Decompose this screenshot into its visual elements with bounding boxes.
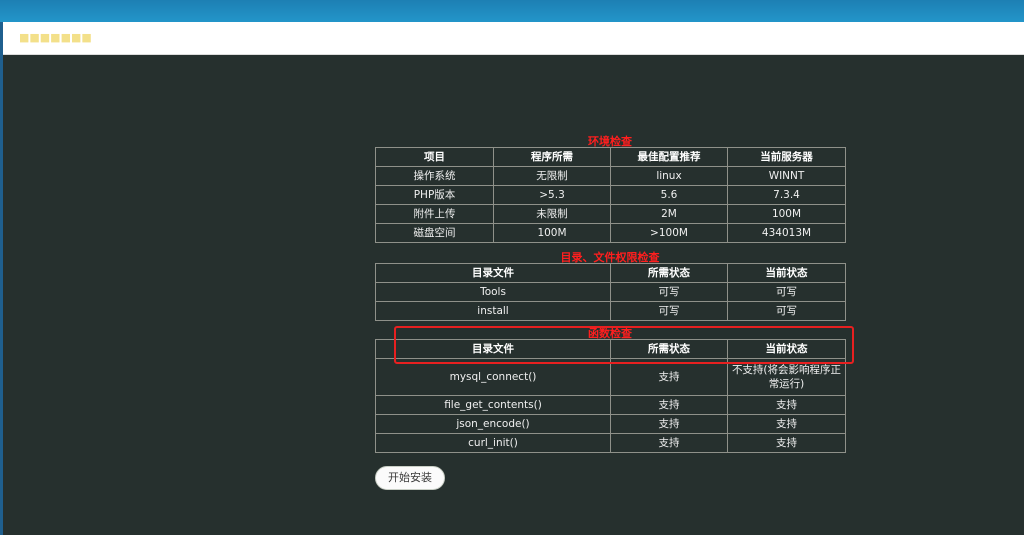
table-row: mysql_connect() 支持 不支持(将会影响程序正常运行): [375, 358, 846, 396]
table-cell: 100M: [727, 204, 846, 224]
table-row: Tools 可写 可写: [375, 282, 846, 302]
table-cell: 不支持(将会影响程序正常运行): [727, 358, 846, 396]
column-header: 所需状态: [610, 263, 728, 283]
table-cell: 可写: [727, 301, 846, 321]
table-cell: Tools: [375, 282, 611, 302]
table-header-row: 目录文件 所需状态 当前状态: [375, 263, 846, 283]
column-header: 当前状态: [727, 263, 846, 283]
func-check-table: 目录文件 所需状态 当前状态 mysql_connect() 支持 不支持(将会…: [375, 339, 846, 453]
table-header-row: 目录文件 所需状态 当前状态: [375, 339, 846, 359]
env-check-table: 项目 程序所需 最佳配置推荐 当前服务器 操作系统 无限制 linux WINN…: [375, 147, 846, 243]
table-row: install 可写 可写: [375, 301, 846, 321]
table-cell: 支持: [727, 414, 846, 434]
table-cell: 支持: [610, 414, 728, 434]
table-cell: 支持: [727, 433, 846, 453]
window-header: ■■■■■■■: [3, 22, 1024, 55]
table-cell: WINNT: [727, 166, 846, 186]
table-row: 磁盘空间 100M >100M 434013M: [375, 223, 846, 243]
table-cell: 支持: [610, 395, 728, 415]
start-install-button[interactable]: 开始安装: [375, 466, 445, 490]
table-cell: 7.3.4: [727, 185, 846, 205]
column-header: 目录文件: [375, 339, 611, 359]
table-row: 附件上传 未限制 2M 100M: [375, 204, 846, 224]
table-cell: 可写: [610, 301, 728, 321]
table-row: 操作系统 无限制 linux WINNT: [375, 166, 846, 186]
column-header: 当前服务器: [727, 147, 846, 167]
table-row: file_get_contents() 支持 支持: [375, 395, 846, 415]
table-cell: 支持: [610, 433, 728, 453]
table-cell: 434013M: [727, 223, 846, 243]
table-cell: >100M: [610, 223, 728, 243]
table-cell: 无限制: [493, 166, 611, 186]
table-cell: 支持: [727, 395, 846, 415]
table-row: curl_init() 支持 支持: [375, 433, 846, 453]
table-cell: 附件上传: [375, 204, 494, 224]
table-cell: linux: [610, 166, 728, 186]
column-header: 目录文件: [375, 263, 611, 283]
table-cell: PHP版本: [375, 185, 494, 205]
dir-check-table: 目录文件 所需状态 当前状态 Tools 可写 可写 install 可写 可写: [375, 263, 846, 321]
column-header: 项目: [375, 147, 494, 167]
table-cell: file_get_contents(): [375, 395, 611, 415]
table-cell: 100M: [493, 223, 611, 243]
table-cell: 可写: [610, 282, 728, 302]
column-header: 最佳配置推荐: [610, 147, 728, 167]
table-cell: 未限制: [493, 204, 611, 224]
table-row: json_encode() 支持 支持: [375, 414, 846, 434]
table-cell: json_encode(): [375, 414, 611, 434]
table-cell: install: [375, 301, 611, 321]
installer-window: ■■■■■■■ 环境检查 项目 程序所需 最佳配置推荐 当前服务器 操作系统 无…: [3, 22, 1024, 535]
table-row: PHP版本 >5.3 5.6 7.3.4: [375, 185, 846, 205]
table-cell: 操作系统: [375, 166, 494, 186]
window-title: ■■■■■■■: [19, 31, 92, 44]
table-cell: 2M: [610, 204, 728, 224]
column-header: 当前状态: [727, 339, 846, 359]
table-cell: 5.6: [610, 185, 728, 205]
table-header-row: 项目 程序所需 最佳配置推荐 当前服务器: [375, 147, 846, 167]
table-cell: 支持: [610, 358, 728, 396]
column-header: 程序所需: [493, 147, 611, 167]
table-cell: curl_init(): [375, 433, 611, 453]
table-cell: mysql_connect(): [375, 358, 611, 396]
table-cell: >5.3: [493, 185, 611, 205]
column-header: 所需状态: [610, 339, 728, 359]
table-cell: 磁盘空间: [375, 223, 494, 243]
browser-top-strip: [0, 0, 1024, 22]
table-cell: 可写: [727, 282, 846, 302]
install-check-content: 环境检查 项目 程序所需 最佳配置推荐 当前服务器 操作系统 无限制 linux…: [3, 55, 1024, 535]
